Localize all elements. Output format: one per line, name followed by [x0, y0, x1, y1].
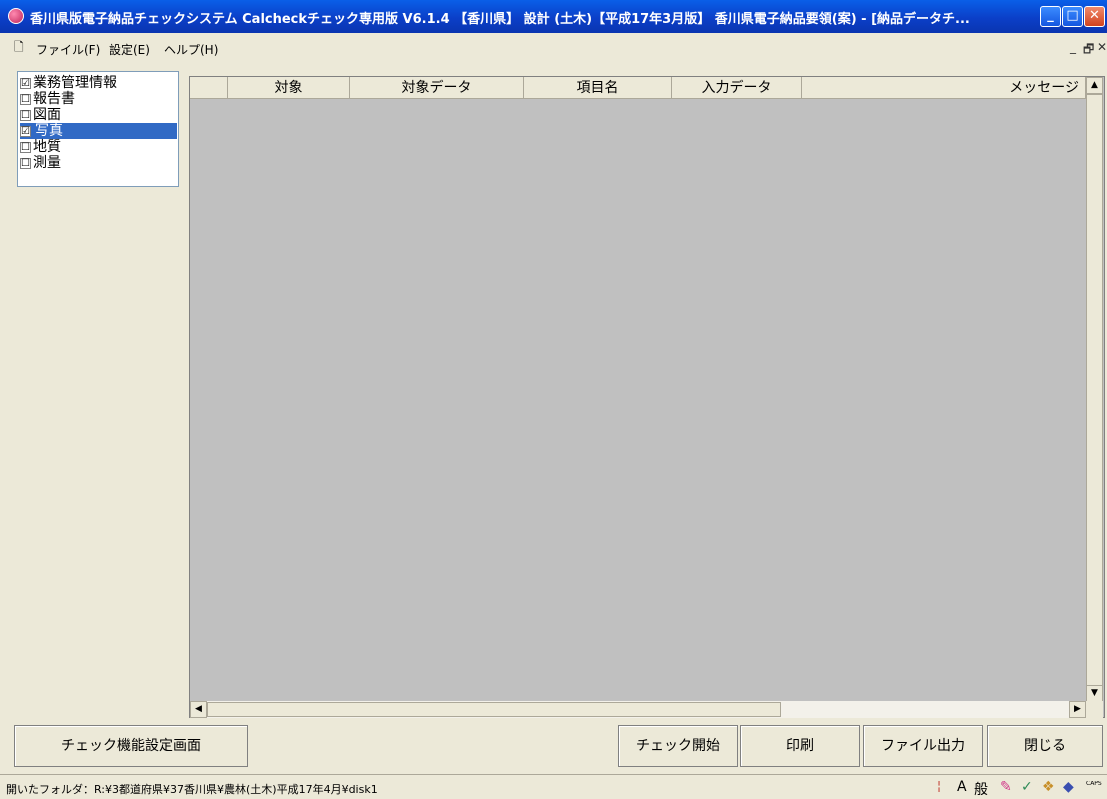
scroll-corner — [1086, 701, 1103, 718]
row-header-column[interactable] — [190, 77, 228, 99]
category-item-business[interactable]: ☑ 業務管理情報 — [20, 75, 117, 91]
checkbox-checked-icon[interactable]: ☑ — [20, 77, 31, 89]
ime-check-icon[interactable]: ✓ — [1021, 779, 1033, 795]
category-label: 図面 — [33, 107, 61, 123]
mdi-close-icon[interactable]: ✕ — [1097, 40, 1107, 54]
category-list: ☑ 業務管理情報 ☐ 報告書 ☐ 図面 ☑ 写真 ☐ 地質 ☐ 測量 — [17, 71, 179, 187]
mdi-minimize-icon[interactable]: _ — [1070, 40, 1076, 54]
caps-indicator: CAPS — [1086, 781, 1102, 787]
title-bar: 香川県版電子納品チェックシステム Calcheckチェック専用版 V6.1.4 … — [0, 0, 1107, 33]
scroll-right-icon[interactable]: ▶ — [1069, 701, 1086, 718]
column-input-data[interactable]: 入力データ — [672, 77, 802, 99]
opened-folder-path: 開いたフォルダ：R:¥3都道府県¥37香川県¥農林(土木)平成17年4月¥dis… — [6, 783, 378, 796]
menu-bar: 🗋 ファイル(F) 設定(E) ヘルプ(H) — [0, 38, 1107, 58]
mdi-restore-icon[interactable]: 🗗 — [1083, 40, 1094, 61]
ime-alpha-icon[interactable]: A — [957, 779, 967, 795]
scroll-left-icon[interactable]: ◀ — [190, 701, 207, 718]
maximize-button[interactable]: □ — [1062, 6, 1083, 27]
menu-help[interactable]: ヘルプ(H) — [164, 41, 218, 58]
minimize-button[interactable]: _ — [1040, 6, 1061, 27]
checkbox-unchecked-icon[interactable]: ☐ — [20, 141, 31, 153]
status-bar: 開いたフォルダ：R:¥3都道府県¥37香川県¥農林(土木)平成17年4月¥dis… — [0, 774, 1107, 798]
print-button[interactable]: 印刷 — [740, 725, 860, 767]
ime-mode-icon[interactable]: 般 — [974, 779, 988, 799]
menu-file[interactable]: ファイル(F) — [36, 41, 100, 58]
column-target[interactable]: 対象 — [228, 77, 350, 99]
ime-indicator-icon[interactable]: ¦ — [937, 779, 941, 793]
horizontal-scroll-thumb[interactable] — [207, 702, 781, 717]
checkbox-unchecked-icon[interactable]: ☐ — [20, 93, 31, 105]
category-item-geology[interactable]: ☐ 地質 — [20, 139, 61, 155]
scroll-up-icon[interactable]: ▲ — [1086, 77, 1103, 94]
category-item-photo[interactable]: ☑ 写真 — [20, 123, 177, 139]
ime-pad-icon[interactable]: ✎ — [1000, 779, 1012, 795]
check-settings-button[interactable]: チェック機能設定画面 — [14, 725, 248, 767]
start-check-button[interactable]: チェック開始 — [618, 725, 738, 767]
category-item-survey[interactable]: ☐ 測量 — [20, 155, 61, 171]
checkbox-unchecked-icon[interactable]: ☐ — [20, 157, 31, 169]
file-export-button[interactable]: ファイル出力 — [863, 725, 983, 767]
ime-help-icon[interactable]: ◆ — [1063, 779, 1074, 795]
category-item-report[interactable]: ☐ 報告書 — [20, 91, 75, 107]
scroll-down-icon[interactable]: ▼ — [1086, 685, 1103, 702]
checkbox-unchecked-icon[interactable]: ☐ — [20, 109, 31, 121]
category-item-drawing[interactable]: ☐ 図面 — [20, 107, 61, 123]
close-button[interactable]: 閉じる — [987, 725, 1103, 767]
window-title: 香川県版電子納品チェックシステム Calcheckチェック専用版 V6.1.4 … — [30, 12, 970, 27]
category-label: 報告書 — [33, 91, 75, 107]
category-label: 測量 — [33, 155, 61, 171]
ime-dictionary-icon[interactable]: ❖ — [1042, 779, 1055, 795]
column-item-name[interactable]: 項目名 — [524, 77, 672, 99]
category-label: 写真 — [33, 123, 65, 139]
checkbox-checked-icon[interactable]: ☑ — [20, 125, 31, 137]
column-message[interactable]: メッセージ — [802, 77, 1086, 99]
document-icon[interactable]: 🗋 — [14, 40, 28, 54]
column-target-data[interactable]: 対象データ — [350, 77, 524, 99]
category-label: 地質 — [33, 139, 61, 155]
app-icon[interactable] — [8, 8, 24, 24]
results-grid[interactable]: 対象 対象データ 項目名 入力データ メッセージ — [189, 76, 1105, 718]
close-window-button[interactable]: ✕ — [1084, 6, 1105, 27]
vertical-scroll-thumb[interactable] — [1086, 94, 1103, 694]
menu-settings[interactable]: 設定(E) — [109, 41, 150, 58]
category-label: 業務管理情報 — [33, 75, 117, 91]
